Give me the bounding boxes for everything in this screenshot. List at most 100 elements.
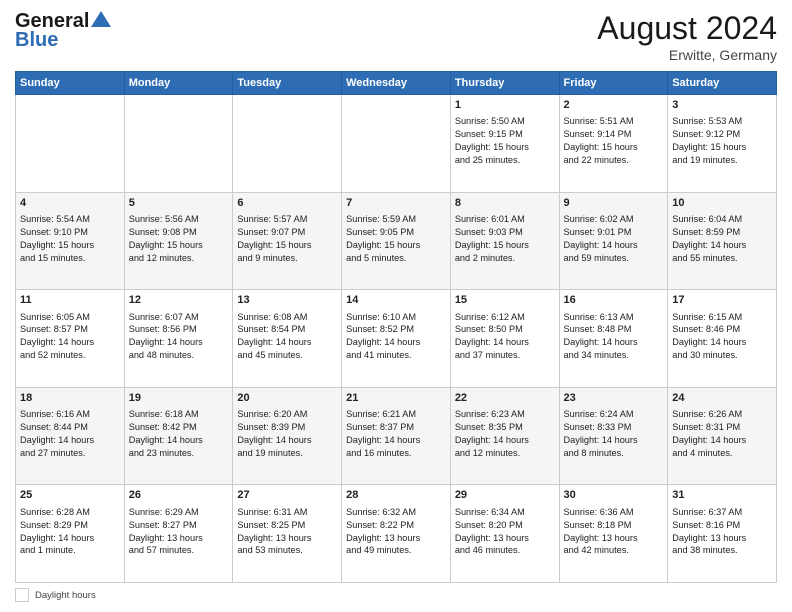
logo: General Blue: [15, 10, 111, 52]
logo-blue: Blue: [15, 29, 58, 52]
day-info: Sunrise: 6:28 AM Sunset: 8:29 PM Dayligh…: [20, 507, 94, 556]
calendar-cell: 31 Sunrise: 6:37 AM Sunset: 8:16 PM Dayli…: [668, 485, 777, 583]
calendar-header-saturday: Saturday: [668, 72, 777, 95]
calendar-header-friday: Friday: [559, 72, 668, 95]
day-info: Sunrise: 5:57 AM Sunset: 9:07 PM Dayligh…: [237, 214, 311, 263]
calendar-week-row: 11 Sunrise: 6:05 AM Sunset: 8:57 PM Dayli…: [16, 290, 777, 388]
calendar-cell: 12Sunrise: 6:07 AM Sunset: 8:56 PM Dayli…: [124, 290, 233, 388]
calendar-cell: 6 Sunrise: 5:57 AM Sunset: 9:07 PM Daylig…: [233, 192, 342, 290]
day-number: 31: [672, 488, 772, 503]
day-number: 30: [564, 488, 664, 503]
calendar-cell: 18 Sunrise: 6:16 AM Sunset: 8:44 PM Dayli…: [16, 387, 125, 485]
day-number: 11: [20, 293, 120, 308]
calendar-cell: 25 Sunrise: 6:28 AM Sunset: 8:29 PM Dayli…: [16, 485, 125, 583]
logo-icon: [91, 11, 111, 32]
calendar-cell: 14 Sunrise: 6:10 AM Sunset: 8:52 PM Dayli…: [342, 290, 451, 388]
day-info: Sunrise: 6:08 AM Sunset: 8:54 PM Dayligh…: [237, 312, 311, 361]
day-number: 17: [672, 293, 772, 308]
daylight-label: Daylight hours: [35, 590, 96, 601]
day-info: Sunrise: 6:20 AM Sunset: 8:39 PM Dayligh…: [237, 409, 311, 458]
calendar-cell: 15 Sunrise: 6:12 AM Sunset: 8:50 PM Dayli…: [450, 290, 559, 388]
day-number: 5: [129, 196, 229, 211]
title-block: August 2024 Erwitte, Germany: [597, 10, 777, 63]
day-number: 13: [237, 293, 337, 308]
day-info: Sunrise: 6:02 AM Sunset: 9:01 PM Dayligh…: [564, 214, 638, 263]
calendar-cell: [16, 95, 125, 193]
day-info: Sunrise: 6:36 AM Sunset: 8:18 PM Dayligh…: [564, 507, 638, 556]
day-info: Sunrise: 6:37 AM Sunset: 8:16 PM Dayligh…: [672, 507, 746, 556]
day-number: 16: [564, 293, 664, 308]
day-info: Sunrise: 6:12 AM Sunset: 8:50 PM Dayligh…: [455, 312, 529, 361]
footer: Daylight hours: [15, 588, 777, 602]
day-number: 29: [455, 488, 555, 503]
calendar-cell: 17 Sunrise: 6:15 AM Sunset: 8:46 PM Dayli…: [668, 290, 777, 388]
day-number: 6: [237, 196, 337, 211]
day-info: Sunrise: 6:23 AM Sunset: 8:35 PM Dayligh…: [455, 409, 529, 458]
day-info: Sunrise: 6:04 AM Sunset: 8:59 PM Dayligh…: [672, 214, 746, 263]
day-info: Sunrise: 5:53 AM Sunset: 9:12 PM Dayligh…: [672, 116, 746, 165]
day-info: Sunrise: 6:18 AM Sunset: 8:42 PM Dayligh…: [129, 409, 203, 458]
calendar-cell: 29 Sunrise: 6:34 AM Sunset: 8:20 PM Dayli…: [450, 485, 559, 583]
day-number: 19: [129, 391, 229, 406]
calendar-header-thursday: Thursday: [450, 72, 559, 95]
day-number: 3: [672, 98, 772, 113]
day-number: 23: [564, 391, 664, 406]
calendar-header-sunday: Sunday: [16, 72, 125, 95]
calendar-cell: 9Sunrise: 6:02 AM Sunset: 9:01 PM Daylig…: [559, 192, 668, 290]
day-number: 2: [564, 98, 664, 113]
day-number: 27: [237, 488, 337, 503]
day-info: Sunrise: 6:05 AM Sunset: 8:57 PM Dayligh…: [20, 312, 94, 361]
day-info: Sunrise: 6:16 AM Sunset: 8:44 PM Dayligh…: [20, 409, 94, 458]
calendar-cell: 16 Sunrise: 6:13 AM Sunset: 8:48 PM Dayli…: [559, 290, 668, 388]
calendar-cell: 8 Sunrise: 6:01 AM Sunset: 9:03 PM Daylig…: [450, 192, 559, 290]
calendar-cell: 22 Sunrise: 6:23 AM Sunset: 8:35 PM Dayli…: [450, 387, 559, 485]
day-info: Sunrise: 5:50 AM Sunset: 9:15 PM Dayligh…: [455, 116, 529, 165]
calendar-header-monday: Monday: [124, 72, 233, 95]
calendar-cell: 26 Sunrise: 6:29 AM Sunset: 8:27 PM Dayli…: [124, 485, 233, 583]
day-info: Sunrise: 6:32 AM Sunset: 8:22 PM Dayligh…: [346, 507, 420, 556]
day-number: 26: [129, 488, 229, 503]
day-info: Sunrise: 5:51 AM Sunset: 9:14 PM Dayligh…: [564, 116, 638, 165]
day-info: Sunrise: 5:56 AM Sunset: 9:08 PM Dayligh…: [129, 214, 203, 263]
header: General Blue August 2024 Erwitte, German…: [15, 10, 777, 63]
day-number: 15: [455, 293, 555, 308]
day-info: Sunrise: 6:15 AM Sunset: 8:46 PM Dayligh…: [672, 312, 746, 361]
day-info: Sunrise: 6:07 AM Sunset: 8:56 PM Dayligh…: [129, 312, 203, 361]
calendar-cell: 11 Sunrise: 6:05 AM Sunset: 8:57 PM Dayli…: [16, 290, 125, 388]
calendar-cell: 13 Sunrise: 6:08 AM Sunset: 8:54 PM Dayli…: [233, 290, 342, 388]
day-info: Sunrise: 6:29 AM Sunset: 8:27 PM Dayligh…: [129, 507, 203, 556]
daylight-box: [15, 588, 29, 602]
day-number: 25: [20, 488, 120, 503]
day-number: 24: [672, 391, 772, 406]
calendar-header-tuesday: Tuesday: [233, 72, 342, 95]
calendar-header-row: SundayMondayTuesdayWednesdayThursdayFrid…: [16, 72, 777, 95]
calendar-cell: [342, 95, 451, 193]
calendar-cell: 24 Sunrise: 6:26 AM Sunset: 8:31 PM Dayli…: [668, 387, 777, 485]
calendar-cell: 28 Sunrise: 6:32 AM Sunset: 8:22 PM Dayli…: [342, 485, 451, 583]
day-number: 18: [20, 391, 120, 406]
day-info: Sunrise: 6:24 AM Sunset: 8:33 PM Dayligh…: [564, 409, 638, 458]
day-number: 7: [346, 196, 446, 211]
calendar-cell: 19 Sunrise: 6:18 AM Sunset: 8:42 PM Dayli…: [124, 387, 233, 485]
calendar-cell: 27Sunrise: 6:31 AM Sunset: 8:25 PM Dayli…: [233, 485, 342, 583]
day-number: 20: [237, 391, 337, 406]
calendar-cell: 10Sunrise: 6:04 AM Sunset: 8:59 PM Dayli…: [668, 192, 777, 290]
calendar-cell: 2 Sunrise: 5:51 AM Sunset: 9:14 PM Daylig…: [559, 95, 668, 193]
day-number: 8: [455, 196, 555, 211]
calendar-cell: 4Sunrise: 5:54 AM Sunset: 9:10 PM Daylig…: [16, 192, 125, 290]
day-info: Sunrise: 6:01 AM Sunset: 9:03 PM Dayligh…: [455, 214, 529, 263]
calendar-cell: 23 Sunrise: 6:24 AM Sunset: 8:33 PM Dayli…: [559, 387, 668, 485]
calendar-week-row: 1Sunrise: 5:50 AM Sunset: 9:15 PM Daylig…: [16, 95, 777, 193]
calendar-cell: 30 Sunrise: 6:36 AM Sunset: 8:18 PM Dayli…: [559, 485, 668, 583]
calendar-week-row: 18 Sunrise: 6:16 AM Sunset: 8:44 PM Dayli…: [16, 387, 777, 485]
day-number: 22: [455, 391, 555, 406]
calendar-cell: 5 Sunrise: 5:56 AM Sunset: 9:08 PM Daylig…: [124, 192, 233, 290]
day-info: Sunrise: 6:10 AM Sunset: 8:52 PM Dayligh…: [346, 312, 420, 361]
day-info: Sunrise: 6:13 AM Sunset: 8:48 PM Dayligh…: [564, 312, 638, 361]
day-info: Sunrise: 6:34 AM Sunset: 8:20 PM Dayligh…: [455, 507, 529, 556]
day-number: 14: [346, 293, 446, 308]
day-number: 28: [346, 488, 446, 503]
calendar-cell: 7Sunrise: 5:59 AM Sunset: 9:05 PM Daylig…: [342, 192, 451, 290]
day-info: Sunrise: 6:26 AM Sunset: 8:31 PM Dayligh…: [672, 409, 746, 458]
calendar-week-row: 25 Sunrise: 6:28 AM Sunset: 8:29 PM Dayli…: [16, 485, 777, 583]
